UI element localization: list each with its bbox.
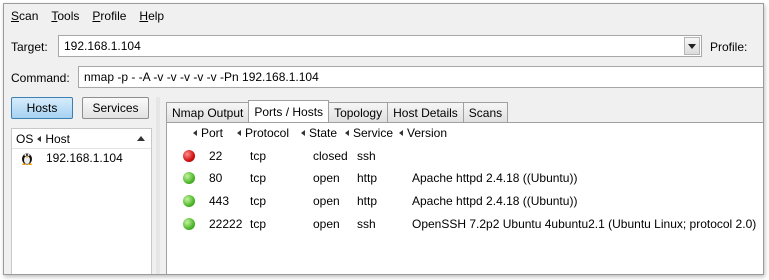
target-combo[interactable]: 192.168.1.104 (58, 35, 702, 57)
cell-port: 80 (209, 171, 223, 185)
target-dropdown-button[interactable] (684, 37, 700, 55)
command-field[interactable]: nmap -p - -A -v -v -v -v -v -Pn 192.168.… (78, 66, 763, 88)
port-open-status-icon (183, 218, 195, 230)
target-label: Target: (11, 40, 48, 54)
target-row: Target: 192.168.1.104 Profile: (4, 35, 763, 59)
command-label: Command: (11, 71, 70, 85)
tab-scans[interactable]: Scans (462, 102, 509, 122)
command-row: Command: nmap -p - -A -v -v -v -v -v -Pn… (4, 66, 763, 90)
table-row[interactable]: 22222 tcp open ssh OpenSSH 7.2p2 Ubuntu … (167, 214, 763, 234)
cell-port: 22222 (209, 217, 243, 231)
cell-port: 443 (209, 194, 230, 208)
cell-state: open (313, 194, 340, 208)
command-value: nmap -p - -A -v -v -v -v -v -Pn 192.168.… (84, 70, 319, 84)
col-version[interactable]: Version (395, 126, 447, 140)
ports-table: Port Protocol State Service Version 22 t… (166, 122, 763, 274)
sort-left-icon (345, 130, 349, 136)
menu-bar: Scan Tools Profile Help (4, 4, 763, 28)
cell-service: http (357, 194, 378, 208)
cell-port: 22 (209, 149, 223, 163)
cell-state: closed (313, 149, 348, 163)
chevron-down-icon (688, 43, 696, 49)
tab-topology[interactable]: Topology (328, 102, 389, 122)
sort-up-icon (137, 136, 145, 141)
cell-protocol: tcp (250, 171, 267, 185)
tab-nmap-output[interactable]: Nmap Output (166, 102, 250, 122)
table-row[interactable]: 80 tcp open http Apache httpd 2.4.18 ((U… (167, 168, 763, 188)
cell-version: Apache httpd 2.4.18 ((Ubuntu)) (412, 171, 578, 185)
col-state[interactable]: State (297, 126, 337, 140)
services-button[interactable]: Services (82, 97, 149, 119)
cell-protocol: tcp (250, 194, 267, 208)
col-protocol[interactable]: Protocol (233, 126, 289, 140)
zenmap-window: Scan Tools Profile Help Target: 192.168.… (3, 3, 764, 275)
host-row[interactable]: 192.168.1.104 (12, 149, 151, 167)
host-address: 192.168.1.104 (46, 151, 123, 165)
cell-service: ssh (357, 217, 376, 231)
hosts-button[interactable]: Hosts (11, 97, 73, 119)
menu-help[interactable]: Help (139, 9, 164, 23)
pane-splitter[interactable] (156, 97, 160, 274)
port-closed-status-icon (183, 150, 195, 162)
cell-protocol: tcp (250, 217, 267, 231)
col-service[interactable]: Service (341, 126, 393, 140)
tab-ports-hosts[interactable]: Ports / Hosts (248, 100, 330, 122)
table-row[interactable]: 22 tcp closed ssh (167, 146, 763, 166)
host-list: OS Host 192.168.1.104 (11, 128, 152, 274)
target-value: 192.168.1.104 (64, 39, 141, 53)
sort-left-icon (399, 130, 403, 136)
port-open-status-icon (183, 172, 195, 184)
cell-service: http (357, 171, 378, 185)
tab-host-details[interactable]: Host Details (387, 102, 464, 122)
linux-penguin-icon (20, 151, 34, 165)
port-open-status-icon (183, 195, 195, 207)
sort-left-icon (301, 130, 305, 136)
col-port[interactable]: Port (189, 126, 223, 140)
cell-protocol: tcp (250, 149, 267, 163)
menu-tools[interactable]: Tools (51, 9, 79, 23)
profile-label: Profile: (710, 40, 748, 54)
menu-scan[interactable]: Scan (11, 9, 38, 23)
col-os[interactable]: OS (16, 132, 33, 146)
sort-left-icon (193, 130, 197, 136)
sort-left-icon (37, 135, 42, 142)
col-host[interactable]: Host (45, 132, 70, 146)
sort-left-icon (237, 130, 241, 136)
tab-bar: Nmap Output Ports / Hosts Topology Host … (166, 100, 509, 122)
menu-profile[interactable]: Profile (92, 9, 126, 23)
cell-service: ssh (357, 149, 376, 163)
cell-version: Apache httpd 2.4.18 ((Ubuntu)) (412, 194, 578, 208)
table-row[interactable]: 443 tcp open http Apache httpd 2.4.18 ((… (167, 191, 763, 211)
host-list-header: OS Host (12, 129, 151, 149)
cell-version: OpenSSH 7.2p2 Ubuntu 4ubuntu2.1 (Ubuntu … (412, 217, 757, 231)
cell-state: open (313, 217, 340, 231)
cell-state: open (313, 171, 340, 185)
ports-table-header: Port Protocol State Service Version (167, 123, 763, 143)
